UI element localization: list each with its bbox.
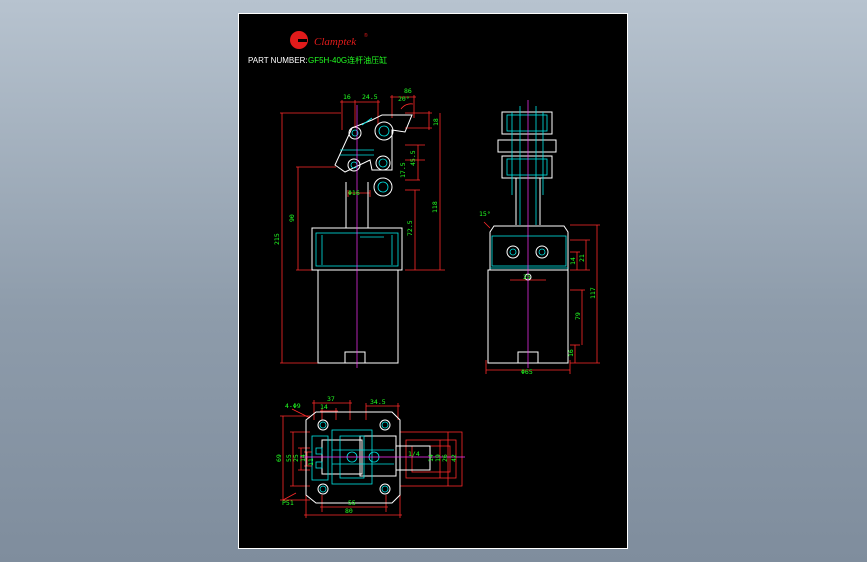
side-dim-phi65: Φ65 bbox=[521, 368, 533, 376]
top-dim-80: 80 bbox=[345, 507, 353, 515]
top-dim-p51: P51 bbox=[282, 499, 294, 507]
top-dim-1-4: 1/4 bbox=[408, 450, 420, 458]
part-number-value: GF5H-40G连杆油压缸 bbox=[308, 55, 387, 65]
front-dim-17-5: 17.5 bbox=[399, 162, 407, 178]
top-dim-34-5: 34.5 bbox=[370, 398, 386, 406]
side-dimension-labels: 15° 25 Φ65 14 21 117 79 16 bbox=[479, 210, 597, 376]
top-dim-14b: 14 bbox=[299, 454, 307, 462]
top-dim-55b: 55 bbox=[348, 499, 356, 507]
side-dim-16: 16 bbox=[567, 349, 575, 357]
side-dim-117: 117 bbox=[589, 287, 597, 299]
front-dim-phi16: Φ16 bbox=[348, 189, 360, 197]
side-dim-21: 21 bbox=[578, 254, 586, 262]
top-dim-37: 37 bbox=[327, 395, 335, 403]
front-outline bbox=[311, 114, 413, 364]
logo-mark-cut bbox=[298, 39, 307, 42]
front-view: 16 24.5 86 20° Φ16 18 45.5 17.5 90 215 1… bbox=[273, 87, 445, 368]
side-dimension-lines bbox=[483, 221, 600, 374]
front-dim-118: 118 bbox=[431, 201, 439, 213]
top-dim-14: 14 bbox=[320, 403, 328, 411]
side-dim-14: 14 bbox=[569, 257, 577, 265]
top-dimension-labels: 37 14 34.5 4-Φ9 55 80 P51 69 55 25 14 11… bbox=[275, 395, 458, 515]
top-dim-4phi9: 4-Φ9 bbox=[285, 402, 301, 410]
top-dim-26: 26 bbox=[441, 454, 449, 462]
top-dim-11: 11 bbox=[307, 458, 315, 466]
front-dim-18: 18 bbox=[432, 118, 440, 126]
part-number-label: PART NUMBER: bbox=[248, 56, 308, 65]
logo-registered: ® bbox=[364, 32, 368, 39]
side-view: 15° 25 Φ65 14 21 117 79 16 bbox=[479, 100, 600, 376]
front-dim-45-5: 45.5 bbox=[409, 150, 417, 166]
top-view: 37 14 34.5 4-Φ9 55 80 P51 69 55 25 14 11… bbox=[275, 395, 465, 518]
side-dim-79: 79 bbox=[574, 312, 582, 320]
front-dim-72-5: 72.5 bbox=[406, 220, 414, 236]
side-dim-15deg: 15° bbox=[479, 210, 491, 218]
front-dim-86: 86 bbox=[404, 87, 412, 95]
top-dim-42: 42 bbox=[450, 454, 458, 462]
front-dimension-lines bbox=[280, 95, 445, 364]
front-dim-24-5: 24.5 bbox=[362, 93, 378, 101]
front-dim-215: 215 bbox=[273, 233, 281, 245]
side-dim-25: 25 bbox=[523, 273, 531, 281]
front-dim-16: 16 bbox=[343, 93, 351, 101]
logo: Clamptek ® bbox=[290, 31, 368, 49]
cad-drawing: Clamptek ® PART NUMBER: GF5H-40G连杆油压缸 16… bbox=[248, 31, 600, 518]
front-dim-20deg: 20° bbox=[398, 95, 410, 103]
logo-text: Clamptek bbox=[314, 36, 357, 48]
front-dim-90: 90 bbox=[288, 214, 296, 222]
top-dim-69: 69 bbox=[275, 454, 283, 462]
